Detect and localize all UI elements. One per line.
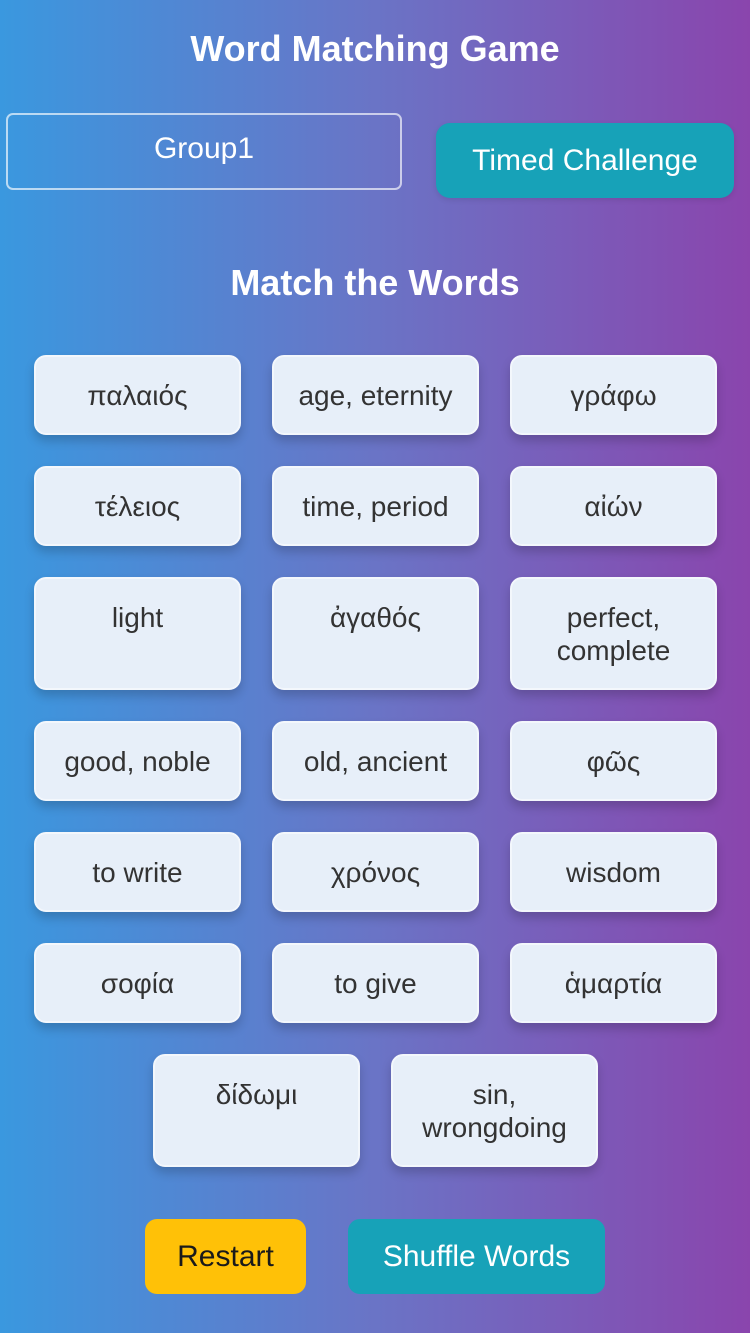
word-card[interactable]: ἀγαθός [272,577,479,690]
word-card[interactable]: age, eternity [272,355,479,435]
word-card[interactable]: wisdom [510,832,717,912]
word-card[interactable]: παλαιός [34,355,241,435]
shuffle-words-button[interactable]: Shuffle Words [348,1219,605,1294]
word-card[interactable]: γράφω [510,355,717,435]
word-card[interactable]: time, period [272,466,479,546]
group-select[interactable]: Group1 [6,113,402,190]
restart-button[interactable]: Restart [145,1219,306,1294]
word-card[interactable]: φῶς [510,721,717,801]
word-card[interactable]: αἰών [510,466,717,546]
group-select-value: Group1 [153,132,255,165]
word-card[interactable]: σοφία [34,943,241,1023]
match-subtitle: Match the Words [230,262,520,303]
word-card[interactable]: good, noble [34,721,241,801]
word-card[interactable]: perfect, complete [510,577,717,690]
word-card[interactable]: sin, wrongdoing [391,1054,598,1167]
word-card[interactable]: χρόνος [272,832,479,912]
word-card[interactable]: ἁμαρτία [510,943,717,1023]
timed-challenge-button[interactable]: Timed Challenge [436,123,734,198]
word-card[interactable]: δίδωμι [153,1054,360,1167]
word-card[interactable]: light [34,577,241,690]
word-card[interactable]: τέλειος [34,466,241,546]
page-title: Word Matching Game [190,28,560,69]
word-card[interactable]: to write [34,832,241,912]
word-card[interactable]: old, ancient [272,721,479,801]
word-card[interactable]: to give [272,943,479,1023]
